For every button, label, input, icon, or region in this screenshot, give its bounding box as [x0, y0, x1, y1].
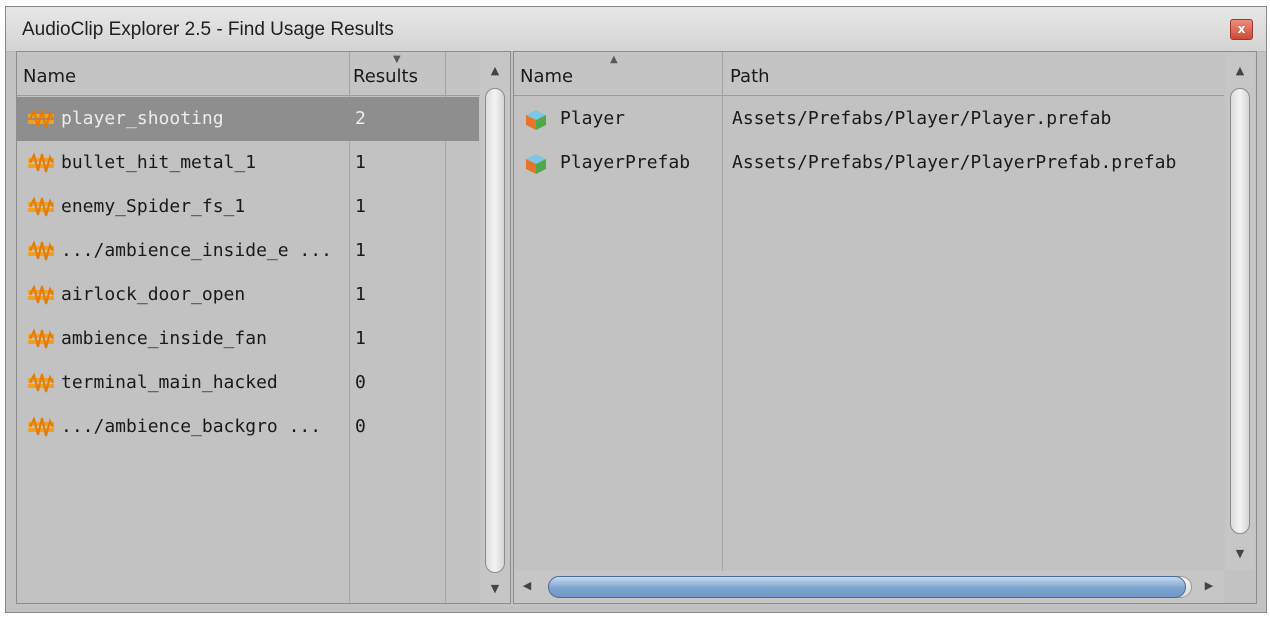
scroll-thumb[interactable]	[548, 576, 1186, 598]
audio-clip-icon	[27, 328, 55, 350]
prefab-cube-icon	[524, 108, 548, 132]
result-count: 2	[355, 108, 366, 129]
clip-row[interactable]: player_shooting 2	[17, 97, 479, 141]
clip-name: bullet_hit_metal_1	[61, 152, 257, 173]
clip-name: airlock_door_open	[61, 284, 246, 305]
result-count: 1	[355, 240, 366, 261]
clip-name: .../ambience_inside_e ...	[61, 240, 332, 261]
clip-row[interactable]: airlock_door_open 1	[17, 273, 479, 317]
clip-row[interactable]: enemy_Spider_fs_1 1	[17, 185, 479, 229]
audio-clip-icon	[27, 416, 55, 438]
clip-row[interactable]: bullet_hit_metal_1 1	[17, 141, 479, 185]
clip-list-panel: Name ▼ Results player_shooting 2 bullet_hi…	[16, 51, 511, 604]
scroll-left-icon[interactable]: ◀	[520, 579, 534, 592]
window-title: AudioClip Explorer 2.5 - Find Usage Resu…	[22, 19, 394, 40]
usage-results-panel: Name ▲ Path Player Assets/Prefabs/Player/…	[513, 51, 1257, 604]
results-vertical-scrollbar[interactable]: ▲ ▼	[1225, 52, 1255, 571]
clip-row[interactable]: ambience_inside_fan 1	[17, 317, 479, 361]
audio-clip-icon	[27, 372, 55, 394]
sort-asc-icon: ▲	[610, 54, 618, 65]
audio-clip-icon	[27, 284, 55, 306]
result-count: 1	[355, 284, 366, 305]
scroll-down-icon[interactable]: ▼	[1225, 547, 1255, 560]
clip-list-header: Name ▼ Results	[17, 52, 510, 96]
usage-row[interactable]: PlayerPrefab Assets/Prefabs/Player/Player…	[514, 141, 1224, 185]
column-header-path[interactable]: Path	[724, 52, 770, 96]
result-count: 0	[355, 372, 366, 393]
usage-name: Player	[560, 108, 626, 129]
clip-row[interactable]: .../ambience_inside_e ... 1	[17, 229, 479, 273]
result-count: 1	[355, 152, 366, 173]
result-count: 1	[355, 328, 366, 349]
usage-path: Assets/Prefabs/Player/PlayerPrefab.prefa…	[732, 152, 1177, 173]
column-header-name[interactable]: Name	[17, 52, 76, 96]
results-horizontal-scrollbar[interactable]: ◀ ▶	[514, 571, 1224, 603]
clip-name: player_shooting	[61, 108, 224, 129]
clip-name: enemy_Spider_fs_1	[61, 196, 246, 217]
prefab-cube-icon	[524, 152, 548, 176]
usage-results-header: Name ▲ Path	[514, 52, 1224, 96]
clip-row[interactable]: .../ambience_backgro ... 0	[17, 405, 479, 449]
scroll-up-icon[interactable]: ▲	[1225, 64, 1255, 77]
usage-name: PlayerPrefab	[560, 152, 691, 173]
clip-name: ambience_inside_fan	[61, 328, 267, 349]
title-bar: AudioClip Explorer 2.5 - Find Usage Resu…	[6, 7, 1266, 52]
result-count: 0	[355, 416, 366, 437]
scroll-thumb[interactable]	[485, 88, 505, 573]
usage-row[interactable]: Player Assets/Prefabs/Player/Player.prefa…	[514, 97, 1224, 141]
result-count: 1	[355, 196, 366, 217]
close-icon: x	[1237, 22, 1246, 36]
clip-list-scrollbar[interactable]: ▲ ▼	[480, 52, 510, 603]
column-header-results[interactable]: Results	[347, 52, 418, 96]
close-button[interactable]: x	[1230, 19, 1253, 40]
audio-clip-icon	[27, 108, 55, 130]
audio-clip-icon	[27, 196, 55, 218]
audio-clip-icon	[27, 152, 55, 174]
usage-path: Assets/Prefabs/Player/Player.prefab	[732, 108, 1112, 129]
clip-row[interactable]: terminal_main_hacked 0	[17, 361, 479, 405]
scroll-thumb[interactable]	[1230, 88, 1250, 534]
clip-name: .../ambience_backgro ...	[61, 416, 322, 437]
scroll-down-icon[interactable]: ▼	[480, 582, 510, 595]
clip-name: terminal_main_hacked	[61, 372, 278, 393]
scroll-up-icon[interactable]: ▲	[480, 64, 510, 77]
audio-clip-icon	[27, 240, 55, 262]
scroll-right-icon[interactable]: ▶	[1202, 579, 1216, 592]
column-header-name[interactable]: Name	[514, 52, 573, 96]
